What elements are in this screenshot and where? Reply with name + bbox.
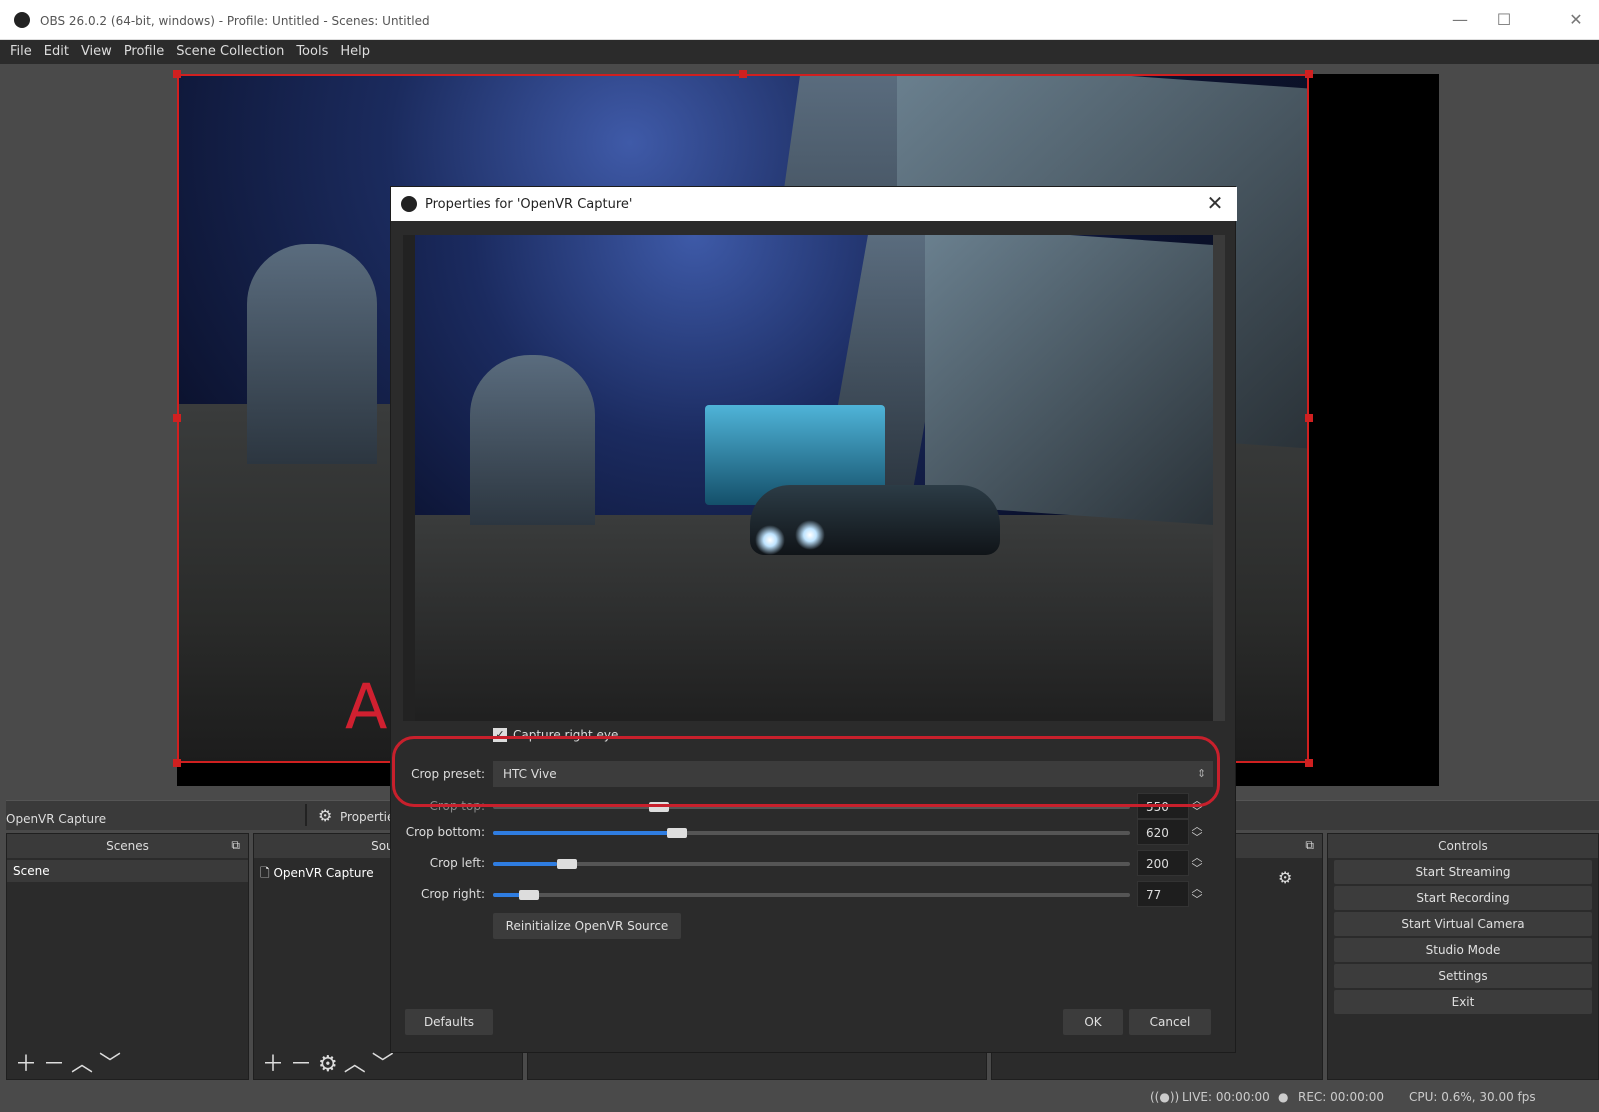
- studio-mode-button[interactable]: Studio Mode: [1334, 938, 1592, 962]
- start-virtual-camera-button[interactable]: Start Virtual Camera: [1334, 912, 1592, 936]
- toolbar-divider: [305, 804, 307, 826]
- undock-icon[interactable]: ⧉: [231, 838, 240, 853]
- stepper-icon[interactable]: ︿ ﹀: [1189, 850, 1205, 876]
- glass-building: [925, 235, 1213, 526]
- resize-handle[interactable]: [1305, 70, 1313, 78]
- stepper-icon[interactable]: ︿ ﹀: [1189, 819, 1205, 845]
- preview-scrollbar[interactable]: [1213, 235, 1225, 721]
- source-tools[interactable]: ＋－⚙︿﹀: [262, 1046, 400, 1078]
- file-icon: 🗋: [260, 866, 274, 880]
- rec-icon: ●: [1278, 1090, 1289, 1104]
- menu-scene-collection[interactable]: Scene Collection: [170, 40, 290, 59]
- defaults-button[interactable]: Defaults: [405, 1009, 493, 1035]
- properties-dialog: Properties for 'OpenVR Capture' ✕ ✓ Capt…: [390, 186, 1237, 1053]
- highlight-ring: [392, 736, 1220, 807]
- scene-item[interactable]: Scene: [7, 860, 248, 882]
- settings-button[interactable]: Settings: [1334, 964, 1592, 988]
- obs-logo-icon: [14, 12, 30, 28]
- ok-button[interactable]: OK: [1063, 1009, 1123, 1035]
- resize-handle[interactable]: [173, 759, 181, 767]
- resize-handle[interactable]: [1305, 414, 1313, 422]
- dialog-title: Properties for 'OpenVR Capture': [425, 197, 633, 212]
- close-button[interactable]: ✕: [1556, 10, 1596, 29]
- headlight: [755, 525, 785, 555]
- properties-button[interactable]: Propertie: [340, 810, 394, 824]
- start-recording-button[interactable]: Start Recording: [1334, 886, 1592, 910]
- maximize-button[interactable]: ☐: [1484, 10, 1524, 29]
- crop-left-slider-fill: [493, 862, 557, 866]
- resize-handle[interactable]: [739, 70, 747, 78]
- controls-dock: Controls Start Streaming Start Recording…: [1327, 833, 1599, 1080]
- crop-right-slider[interactable]: [493, 893, 1130, 897]
- menu-profile[interactable]: Profile: [118, 40, 170, 59]
- crop-bottom-label: Crop bottom:: [405, 825, 485, 839]
- dialog-close-icon[interactable]: ✕: [1203, 191, 1227, 215]
- crop-left-slider-knob[interactable]: [557, 859, 577, 869]
- crop-left-input[interactable]: 200: [1137, 850, 1189, 876]
- controls-header: Controls: [1328, 834, 1598, 858]
- undock-icon[interactable]: ⧉: [1305, 838, 1314, 853]
- live-icon: ((●)): [1150, 1090, 1180, 1104]
- crop-right-input[interactable]: 77: [1137, 881, 1189, 907]
- reinitialize-openvr-button[interactable]: Reinitialize OpenVR Source: [493, 913, 681, 939]
- crop-bottom-input[interactable]: 620: [1137, 819, 1189, 845]
- start-streaming-button[interactable]: Start Streaming: [1334, 860, 1592, 884]
- round-building: [470, 355, 595, 525]
- scenes-header: Scenes ⧉: [7, 834, 248, 858]
- menu-bar: File Edit View Profile Scene Collection Tools…: [0, 40, 1599, 64]
- resize-handle[interactable]: [173, 70, 181, 78]
- scenes-title: Scenes: [106, 839, 149, 853]
- controls-title: Controls: [1438, 839, 1488, 853]
- source-preview: [415, 235, 1213, 721]
- scene-tools[interactable]: ＋－︿﹀: [15, 1046, 127, 1078]
- headlight: [795, 520, 825, 550]
- menu-help[interactable]: Help: [334, 40, 376, 59]
- crop-left-slider[interactable]: [493, 862, 1130, 866]
- annotation-letter: A: [345, 670, 388, 743]
- window-title: OBS 26.0.2 (64-bit, windows) - Profile: …: [40, 14, 430, 28]
- source-item-label: OpenVR Capture: [273, 866, 374, 880]
- resize-handle[interactable]: [1305, 759, 1313, 767]
- crop-bottom-slider-fill: [493, 831, 676, 835]
- cpu-status: CPU: 0.6%, 30.00 fps: [1409, 1090, 1536, 1104]
- crop-left-label: Crop left:: [429, 856, 485, 870]
- crop-bottom-slider-knob[interactable]: [667, 828, 687, 838]
- live-status: LIVE: 00:00:00: [1182, 1090, 1270, 1104]
- selected-source-label: OpenVR Capture: [6, 812, 107, 826]
- gear-icon[interactable]: ⚙: [318, 806, 332, 825]
- obs-logo-icon: [401, 196, 417, 212]
- stepper-icon[interactable]: ︿ ﹀: [1189, 881, 1205, 907]
- exit-button[interactable]: Exit: [1334, 990, 1592, 1014]
- menu-tools[interactable]: Tools: [290, 40, 334, 59]
- car-shape: [750, 485, 1000, 555]
- status-bar: ((●)) LIVE: 00:00:00 ● REC: 00:00:00 CPU…: [0, 1080, 1599, 1112]
- title-bar: OBS 26.0.2 (64-bit, windows) - Profile: …: [0, 0, 1599, 40]
- crop-right-label: Crop right:: [420, 887, 485, 901]
- cancel-button[interactable]: Cancel: [1129, 1009, 1211, 1035]
- scenes-dock: Scenes ⧉ Scene ＋－︿﹀: [6, 833, 249, 1080]
- menu-file[interactable]: File: [0, 40, 38, 59]
- gear-icon[interactable]: ⚙: [1278, 868, 1292, 887]
- minimize-button[interactable]: —: [1440, 10, 1480, 29]
- dialog-title-bar: Properties for 'OpenVR Capture' ✕: [391, 187, 1237, 221]
- menu-view[interactable]: View: [75, 40, 118, 59]
- resize-handle[interactable]: [173, 414, 181, 422]
- menu-edit[interactable]: Edit: [38, 40, 75, 59]
- rec-status: REC: 00:00:00: [1298, 1090, 1385, 1104]
- crop-right-slider-knob[interactable]: [519, 890, 539, 900]
